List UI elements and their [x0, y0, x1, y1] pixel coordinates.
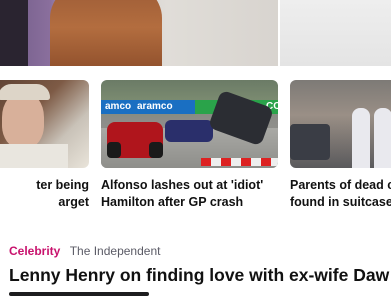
- portrait-cap: [0, 84, 50, 100]
- portrait-uniform: [0, 144, 68, 168]
- hero-figure: [50, 0, 162, 66]
- hero-figure-dark: [0, 0, 28, 66]
- car-wheel: [149, 142, 163, 158]
- track-kerb: [201, 158, 278, 166]
- ad-banner: aramco: [133, 100, 199, 114]
- story-title-line: Hamilton after GP crash: [101, 195, 244, 209]
- hero-image-next[interactable]: [280, 0, 391, 66]
- story-title-2[interactable]: Alfonso lashes out at 'idiot' Hamilton a…: [101, 177, 281, 211]
- car-wheel: [107, 142, 121, 158]
- forensic-officer: [374, 108, 391, 168]
- portrait-face: [2, 92, 44, 148]
- story-title-line: ter being: [36, 178, 89, 192]
- story-image-2[interactable]: amco aramco CO: [101, 80, 278, 168]
- feature-headline[interactable]: Lenny Henry on finding love with ex-wife…: [9, 264, 389, 286]
- source-label: The Independent: [69, 244, 161, 258]
- police-van: [290, 124, 330, 160]
- story-title-line: Parents of dead c: [290, 178, 391, 192]
- race-car-blue: [165, 120, 213, 142]
- story-title-1[interactable]: ter being arget: [0, 177, 89, 211]
- forensic-officer: [352, 108, 370, 168]
- hero-image[interactable]: [0, 0, 278, 66]
- story-title-3[interactable]: Parents of dead c found in suitcase: [290, 177, 391, 211]
- ad-banner: amco: [101, 100, 135, 114]
- category-label[interactable]: Celebrity: [9, 244, 60, 258]
- race-car-red: [107, 122, 163, 158]
- feature-meta: Celebrity The Independent: [9, 244, 160, 258]
- story-title-line: arget: [58, 195, 89, 209]
- story-title-line: found in suitcase: [290, 195, 391, 209]
- story-image-1[interactable]: [0, 80, 89, 168]
- story-image-3[interactable]: [290, 80, 391, 168]
- hero-image-strip[interactable]: [0, 0, 391, 66]
- story-title-line: Alfonso lashes out at 'idiot': [101, 178, 264, 192]
- feature-headline-continuation: [9, 286, 159, 296]
